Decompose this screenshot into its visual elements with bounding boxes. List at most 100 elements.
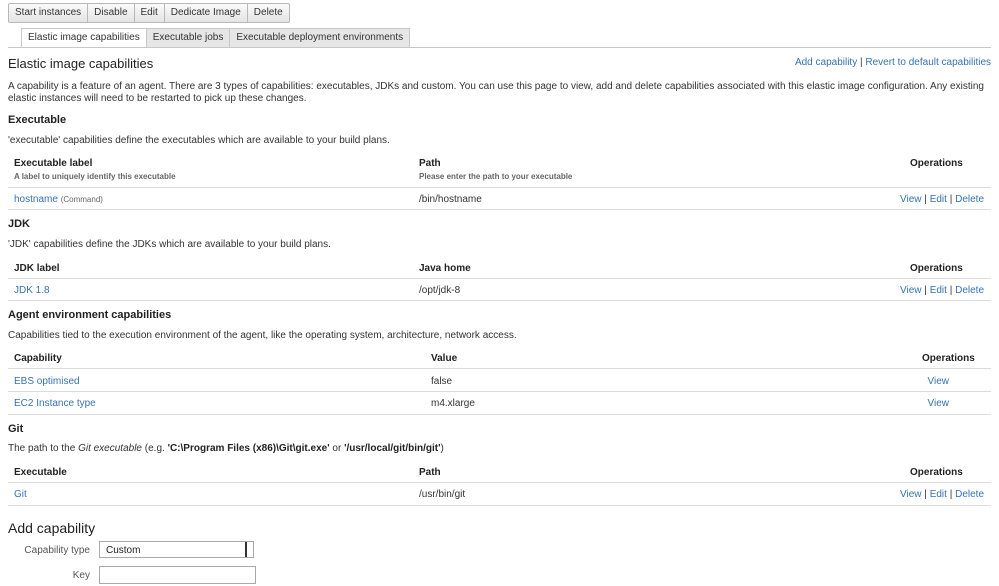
select-arrow-icon — [245, 542, 251, 557]
col-operations: Operations — [910, 467, 963, 478]
row-divider — [8, 414, 991, 415]
view-link[interactable]: View — [900, 285, 922, 296]
separator: | — [949, 489, 953, 500]
separator: | — [949, 285, 953, 296]
add-capability-title: Add capability — [8, 520, 96, 536]
agent-env-heading: Agent environment capabilities — [8, 309, 172, 321]
row-operations: View — [928, 398, 950, 409]
col-executable: Executable — [14, 467, 67, 478]
row-divider — [8, 209, 991, 210]
key-label: Key — [72, 570, 90, 581]
separator: | — [924, 285, 927, 296]
col-value: Value — [431, 353, 458, 364]
row-divider — [8, 482, 991, 483]
row-operations: View | Edit | Delete — [900, 285, 984, 296]
capability-type-select[interactable]: Custom — [99, 541, 254, 558]
edit-link[interactable]: Edit — [930, 194, 947, 205]
row-operations: View — [928, 376, 950, 387]
top-actions: Add capability | Revert to default capab… — [795, 57, 991, 68]
edit-link[interactable]: Edit — [930, 489, 947, 500]
jdk-home-path: /opt/jdk-8 — [419, 285, 461, 296]
delete-link[interactable]: Delete — [955, 194, 984, 205]
git-unix-path: '/usr/local/git/bin/git' — [344, 443, 441, 454]
row-divider — [8, 300, 991, 301]
revert-defaults-link[interactable]: Revert to default capabilities — [865, 57, 991, 68]
table-row: hostname (Command) — [14, 194, 103, 205]
edit-button[interactable]: Edit — [134, 3, 165, 23]
git-desc-emphasis: Git executable — [78, 443, 142, 454]
executable-hostname-link[interactable]: hostname — [14, 194, 58, 205]
executable-type: (Command) — [60, 195, 103, 204]
git-desc: The path to the Git executable (e.g. 'C:… — [8, 443, 444, 454]
page: Start instances Disable Edit Dedicate Im… — [0, 0, 999, 586]
separator: | — [924, 489, 927, 500]
row-divider — [8, 505, 991, 506]
add-capability-link[interactable]: Add capability — [795, 57, 857, 68]
col-capability: Capability — [14, 353, 62, 364]
ec2-instance-type-value: m4.xlarge — [431, 398, 475, 409]
executable-desc: 'executable' capabilities define the exe… — [8, 135, 390, 146]
view-link[interactable]: View — [928, 376, 950, 387]
page-title: Elastic image capabilities — [8, 56, 154, 71]
ebs-optimised-link[interactable]: EBS optimised — [14, 376, 80, 387]
capability-type-value: Custom — [106, 545, 141, 556]
tab-executable-deployment-environments[interactable]: Executable deployment environments — [230, 28, 411, 48]
executable-path: /bin/hostname — [419, 194, 482, 205]
delete-link[interactable]: Delete — [955, 285, 984, 296]
git-desc-text: The path to the — [8, 443, 79, 454]
view-link[interactable]: View — [900, 194, 922, 205]
table-row: Git — [14, 489, 27, 500]
git-link[interactable]: Git — [14, 489, 27, 500]
edit-link[interactable]: Edit — [930, 285, 947, 296]
key-input[interactable] — [99, 566, 256, 584]
row-divider — [8, 368, 991, 369]
tab-divider — [8, 47, 991, 48]
separator: | — [924, 194, 927, 205]
col-operations: Operations — [910, 158, 963, 169]
dedicate-image-button[interactable]: Dedicate Image — [164, 3, 248, 23]
ebs-optimised-value: false — [431, 376, 453, 387]
col-java-home: Java home — [419, 263, 471, 274]
view-link[interactable]: View — [900, 489, 922, 500]
start-instances-button[interactable]: Start instances — [8, 3, 89, 23]
col-path: Path — [419, 467, 441, 478]
col-jdk-label: JDK label — [14, 263, 60, 274]
separator: | — [949, 194, 953, 205]
tab-executable-jobs[interactable]: Executable jobs — [146, 28, 231, 48]
table-row: EC2 Instance type — [14, 398, 96, 409]
ec2-instance-type-link[interactable]: EC2 Instance type — [14, 398, 96, 409]
table-row: JDK 1.8 — [14, 285, 50, 296]
jdk-18-link[interactable]: JDK 1.8 — [14, 285, 50, 296]
row-operations: View | Edit | Delete — [900, 489, 984, 500]
row-divider — [8, 187, 991, 188]
col-executable-label: Executable label — [14, 158, 93, 169]
capability-type-label: Capability type — [24, 545, 90, 556]
git-desc-text: or — [329, 443, 345, 454]
separator: | — [859, 57, 863, 68]
git-windows-path: 'C:\Program Files (x86)\Git\git.exe' — [167, 443, 330, 454]
col-path-hint: Please enter the path to your executable — [419, 172, 573, 181]
git-desc-text: (e.g. — [142, 443, 168, 454]
delete-link[interactable]: Delete — [955, 489, 984, 500]
col-operations: Operations — [910, 263, 963, 274]
col-operations: Operations — [922, 353, 975, 364]
git-path: /usr/bin/git — [419, 489, 466, 500]
row-divider — [8, 278, 991, 279]
git-heading: Git — [8, 423, 24, 435]
executable-heading: Executable — [8, 114, 67, 126]
col-path: Path — [419, 158, 441, 169]
delete-button[interactable]: Delete — [247, 3, 290, 23]
row-operations: View | Edit | Delete — [900, 194, 984, 205]
intro-text: A capability is a feature of an agent. T… — [8, 81, 984, 104]
tab-bar: Elastic image capabilities Executable jo… — [21, 28, 411, 48]
row-divider — [8, 391, 991, 392]
tab-elastic-image-capabilities[interactable]: Elastic image capabilities — [21, 28, 147, 48]
col-executable-label-hint: A label to uniquely identify this execut… — [14, 172, 176, 181]
agent-env-desc: Capabilities tied to the execution envir… — [8, 330, 517, 341]
jdk-heading: JDK — [8, 218, 31, 230]
git-desc-text: ) — [440, 443, 444, 454]
view-link[interactable]: View — [928, 398, 950, 409]
table-row: EBS optimised — [14, 376, 80, 387]
jdk-desc: 'JDK' capabilities define the JDKs which… — [8, 239, 331, 250]
disable-button[interactable]: Disable — [88, 3, 135, 23]
